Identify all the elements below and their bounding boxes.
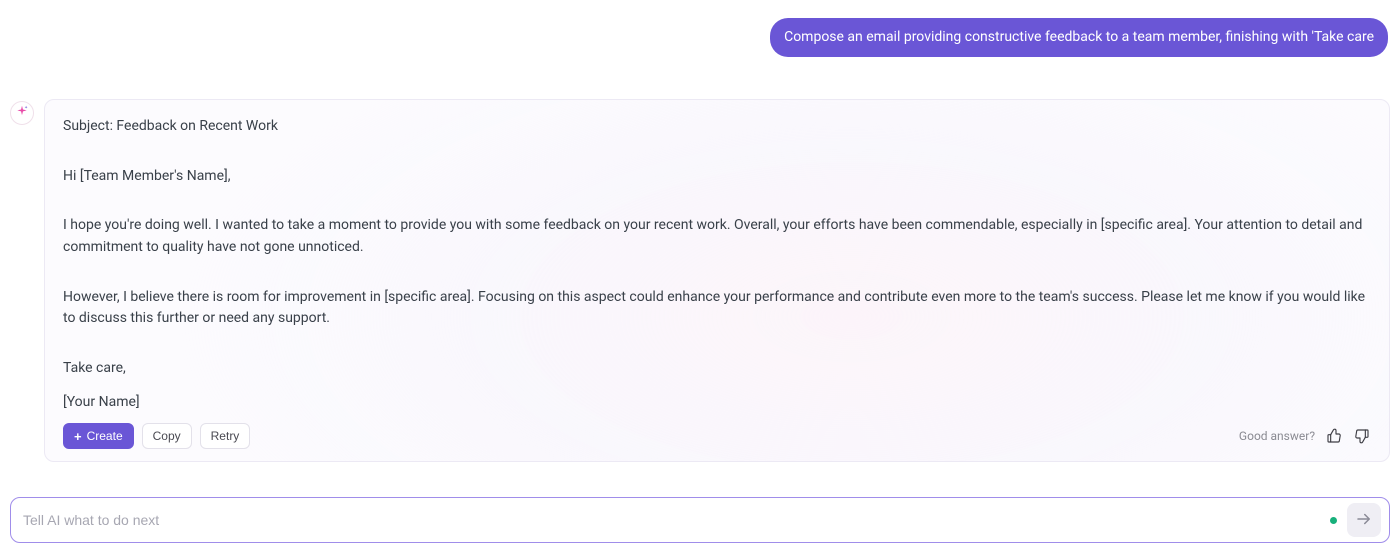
send-icon xyxy=(1355,510,1373,531)
assistant-avatar xyxy=(10,101,34,125)
assistant-response-card: Subject: Feedback on Recent Work Hi [Tea… xyxy=(44,99,1390,463)
copy-button-label: Copy xyxy=(153,429,181,443)
thumbs-up-icon[interactable] xyxy=(1325,427,1343,445)
send-button[interactable] xyxy=(1347,503,1381,537)
composer-input[interactable] xyxy=(23,502,1320,538)
response-paragraph: Take care, xyxy=(63,358,1371,380)
composer[interactable] xyxy=(10,497,1390,543)
feedback-controls: Good answer? xyxy=(1239,427,1371,446)
response-paragraph: [Your Name] xyxy=(63,392,1371,414)
composer-row xyxy=(10,473,1390,543)
user-message-bubble: Compose an email providing constructive … xyxy=(770,18,1388,57)
retry-button-label: Retry xyxy=(211,429,240,443)
retry-button[interactable]: Retry xyxy=(200,423,251,449)
response-actions: + Create Copy Retry xyxy=(63,423,250,449)
feedback-prompt: Good answer? xyxy=(1239,427,1315,446)
response-footer: + Create Copy Retry Good answer? xyxy=(63,423,1371,449)
thumbs-down-icon[interactable] xyxy=(1353,427,1371,445)
assistant-row: Subject: Feedback on Recent Work Hi [Tea… xyxy=(10,99,1390,463)
user-message-row: Compose an email providing constructive … xyxy=(10,18,1390,57)
response-paragraph: Subject: Feedback on Recent Work xyxy=(63,116,1371,138)
response-paragraph: However, I believe there is room for imp… xyxy=(63,287,1371,330)
status-indicator-icon xyxy=(1330,517,1337,524)
plus-icon: + xyxy=(74,430,82,443)
create-button[interactable]: + Create xyxy=(63,423,134,449)
copy-button[interactable]: Copy xyxy=(142,423,192,449)
response-paragraph: Hi [Team Member's Name], xyxy=(63,166,1371,188)
sparkle-icon xyxy=(15,103,29,122)
create-button-label: Create xyxy=(87,429,123,443)
response-paragraph: I hope you're doing well. I wanted to ta… xyxy=(63,215,1371,258)
